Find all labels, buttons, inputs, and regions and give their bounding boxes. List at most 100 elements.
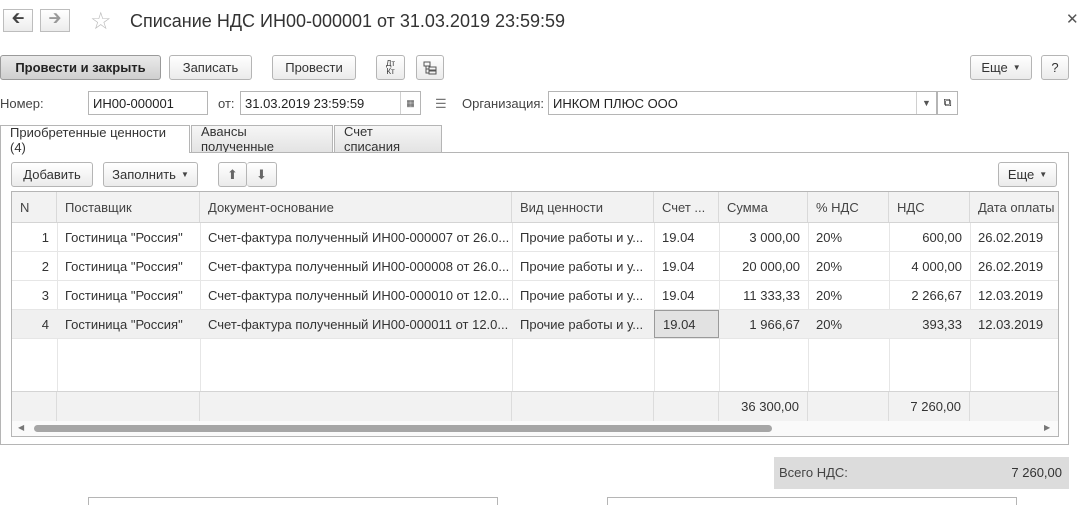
column-header-amount[interactable]: Сумма <box>719 192 808 222</box>
organization-label: Организация: <box>462 96 545 111</box>
cell-vat-rate: 20% <box>816 287 843 303</box>
more-label: Еще <box>981 60 1008 75</box>
post-and-close-button[interactable]: Провести и закрыть <box>0 55 161 80</box>
table-row[interactable]: 1 Гостиница "Россия" Счет-фактура получе… <box>12 223 1058 252</box>
date-label: от: <box>218 96 235 111</box>
organization-value: ИНКОМ ПЛЮС ООО <box>553 95 678 111</box>
open-icon: ⧉ <box>943 96 952 109</box>
tab-label: Авансы полученные <box>201 124 275 154</box>
post-button[interactable]: Провести <box>272 55 356 80</box>
move-down-button[interactable]: ⬇ <box>247 162 277 187</box>
cell-n: 2 <box>41 258 49 274</box>
cell-value-type: Прочие работы и у... <box>520 229 644 245</box>
column-header-n[interactable]: N <box>12 192 57 222</box>
cell-amount: 3 000,00 <box>749 229 800 245</box>
cell-vat: 600,00 <box>922 229 962 245</box>
more-button[interactable]: Еще ▼ <box>970 55 1032 80</box>
cell-supplier: Гостиница "Россия" <box>65 229 183 245</box>
tab-write-off-account[interactable]: Счет списания <box>334 124 442 154</box>
dt-kt-icon: Дт Кт <box>385 58 396 76</box>
cell-amount: 1 966,67 <box>749 316 800 332</box>
cell-value-type: Прочие работы и у... <box>520 258 644 274</box>
scroll-right-icon[interactable]: ▶ <box>1044 423 1050 432</box>
cell-vat-rate: 20% <box>816 316 843 332</box>
cell-base-document: Счет-фактура полученный ИН00-000007 от 2… <box>208 229 510 245</box>
table-row[interactable]: 3 Гостиница "Россия" Счет-фактура получе… <box>12 281 1058 310</box>
table-more-button[interactable]: Еще ▼ <box>998 162 1057 187</box>
scrollbar-thumb[interactable] <box>34 425 772 432</box>
date-input[interactable]: 31.03.2019 23:59:59 ▦ <box>240 91 421 115</box>
cell-base-document: Счет-фактура полученный ИН00-000010 от 1… <box>208 287 510 303</box>
move-up-button[interactable]: ⬆ <box>218 162 247 187</box>
cell-supplier: Гостиница "Россия" <box>65 258 183 274</box>
dropdown-arrow-icon[interactable]: ▼ <box>916 92 936 114</box>
table-header: N Поставщик Документ-основание Вид ценно… <box>12 192 1058 223</box>
cell-amount: 20 000,00 <box>742 258 800 274</box>
cell-n: 4 <box>41 316 49 332</box>
column-header-payment-date[interactable]: Дата оплаты <box>970 192 1058 222</box>
help-button[interactable]: ? <box>1041 55 1069 80</box>
close-icon[interactable]: ✕ <box>1066 10 1077 28</box>
open-organization-button[interactable]: ⧉ <box>937 91 958 115</box>
number-label: Номер: <box>0 96 44 111</box>
calendar-icon[interactable]: ▦ <box>400 92 420 114</box>
column-header-base-document[interactable]: Документ-основание <box>200 192 512 222</box>
add-button[interactable]: Добавить <box>11 162 93 187</box>
fill-button[interactable]: Заполнить ▼ <box>103 162 198 187</box>
cell-vat-rate: 20% <box>816 229 843 245</box>
bottom-field[interactable] <box>607 497 1017 505</box>
arrow-down-icon: ⬇ <box>256 166 267 182</box>
column-header-vat[interactable]: НДС <box>889 192 970 222</box>
tab-label: Приобретенные ценности (4) <box>10 124 166 155</box>
number-value: ИН00-000001 <box>93 95 174 111</box>
cell-payment-date: 12.03.2019 <box>978 287 1044 303</box>
scroll-left-icon[interactable]: ◀ <box>18 423 24 432</box>
cell-payment-date: 12.03.2019 <box>978 316 1044 332</box>
cell-vat: 393,33 <box>922 316 962 332</box>
arrow-left-icon: 🡰 <box>11 10 25 27</box>
cell-account: 19.04 <box>662 287 695 303</box>
bottom-field[interactable] <box>88 497 498 505</box>
cell-account: 19.04 <box>662 229 695 245</box>
cell-account-focused[interactable]: 19.04 <box>654 310 719 338</box>
cell-amount: 11 333,33 <box>743 287 800 303</box>
post-label: Провести <box>285 60 343 75</box>
table-row[interactable]: 2 Гостиница "Россия" Счет-фактура получе… <box>12 252 1058 281</box>
table-footer: 36 300,00 7 260,00 <box>12 391 1058 421</box>
save-label: Записать <box>182 60 239 75</box>
more-label: Еще <box>1007 167 1035 182</box>
acquired-values-table[interactable]: N Поставщик Документ-основание Вид ценно… <box>11 191 1059 437</box>
number-input[interactable]: ИН00-000001 <box>88 91 208 115</box>
structure-button[interactable] <box>416 55 444 80</box>
dropdown-arrow-icon: ▼ <box>1012 63 1021 72</box>
cell-account: 19.04 <box>662 258 695 274</box>
cell-value-type: Прочие работы и у... <box>520 316 644 332</box>
table-row-selected[interactable]: 4 Гостиница "Россия" Счет-фактура получе… <box>12 310 1058 339</box>
column-header-supplier[interactable]: Поставщик <box>57 192 200 222</box>
cell-value-type: Прочие работы и у... <box>520 287 644 303</box>
tab-acquired-values[interactable]: Приобретенные ценности (4) <box>0 124 190 155</box>
back-button[interactable]: 🡰 <box>3 9 33 32</box>
cell-supplier: Гостиница "Россия" <box>65 316 183 332</box>
total-vat-value: 7 260,00 <box>1011 465 1062 480</box>
column-header-value-type[interactable]: Вид ценности <box>512 192 654 222</box>
dt-kt-button[interactable]: Дт Кт <box>376 55 405 80</box>
cell-vat: 4 000,00 <box>911 258 962 274</box>
forward-button[interactable]: 🡲 <box>40 9 70 32</box>
add-label: Добавить <box>23 167 81 182</box>
help-label: ? <box>1051 60 1059 75</box>
tab-advances-received[interactable]: Авансы полученные <box>191 124 333 154</box>
column-header-account[interactable]: Счет ... <box>654 192 719 222</box>
cell-supplier: Гостиница "Россия" <box>65 287 183 303</box>
column-header-vat-rate[interactable]: % НДС <box>808 192 889 222</box>
favorite-star-icon[interactable]: ☆ <box>90 7 112 36</box>
dropdown-arrow-icon: ▼ <box>1039 170 1048 179</box>
save-button[interactable]: Записать <box>169 55 252 80</box>
organization-field[interactable]: ИНКОМ ПЛЮС ООО ▼ <box>548 91 937 115</box>
cell-payment-date: 26.02.2019 <box>978 229 1044 245</box>
fill-label: Заполнить <box>112 167 176 182</box>
page-title: Списание НДС ИН00-000001 от 31.03.2019 2… <box>130 11 566 31</box>
history-icon[interactable]: ☰ <box>435 96 447 112</box>
cell-n: 1 <box>41 229 49 245</box>
horizontal-scrollbar[interactable]: ◀ ▶ <box>12 421 1058 436</box>
